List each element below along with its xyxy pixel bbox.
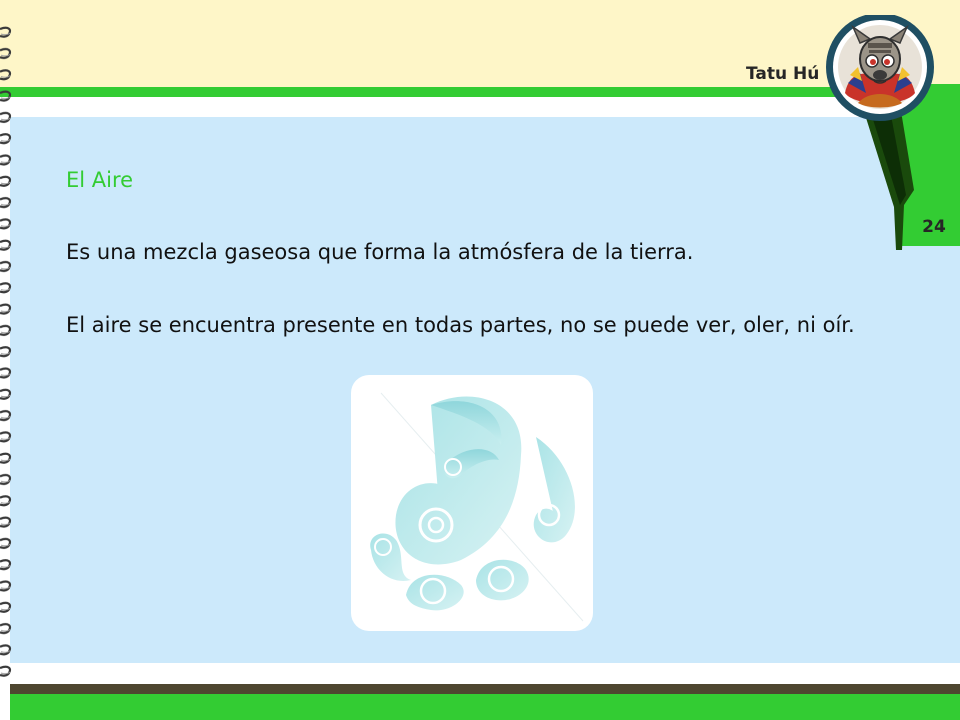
wind-swirl-icon: [370, 392, 584, 622]
footer-stripe-brown: [10, 684, 960, 694]
header-stripe: [0, 87, 960, 97]
armadillo-mascot-icon: [826, 15, 934, 250]
paragraph-definition: Es una mezcla gaseosa que forma la atmós…: [66, 240, 694, 264]
slide-heading: El Aire: [66, 168, 134, 192]
spiral-binding-icon: [0, 25, 12, 685]
paragraph-presence: El aire se encuentra presente en todas p…: [66, 313, 855, 337]
air-illustration-card: [351, 375, 593, 631]
footer-stripe-green: [10, 694, 960, 720]
brand-name: Tatu Hú: [746, 64, 820, 84]
page-number: 24: [922, 217, 946, 237]
